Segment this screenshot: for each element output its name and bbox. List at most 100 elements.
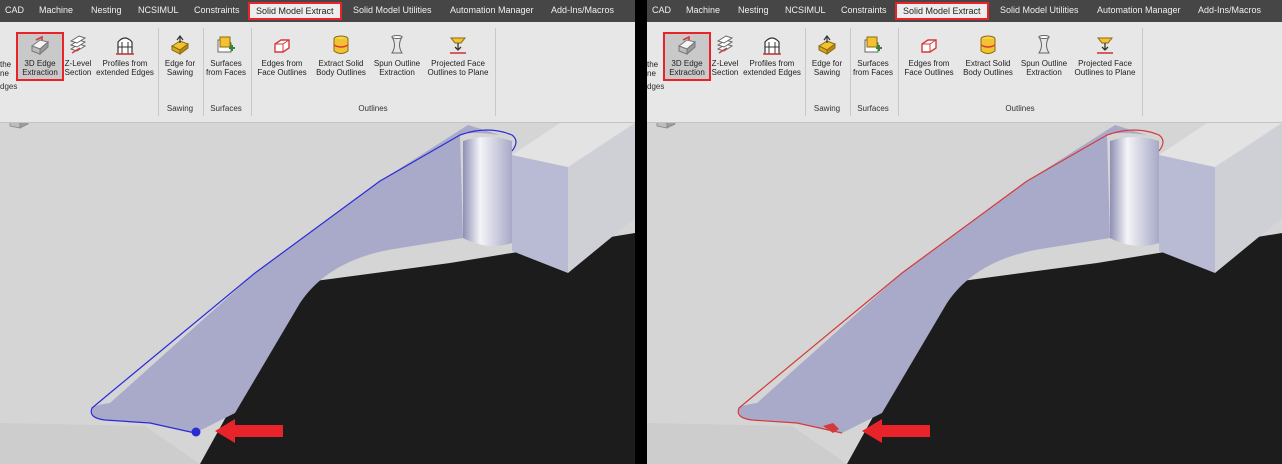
cylinder-pocket	[1110, 137, 1159, 247]
group-separator	[495, 28, 496, 116]
3d-edge-extraction-button[interactable]: 3D Edge Extraction	[663, 32, 711, 81]
edge-point-marker[interactable]	[191, 427, 201, 437]
group-label-sawing: Sawing	[166, 104, 194, 113]
projected-face-icon	[449, 37, 467, 54]
tab-machine[interactable]: Machine	[36, 4, 76, 17]
group-label-edges: dges	[647, 82, 665, 91]
left-panel: CAD Machine Nesting NCSIMUL Constraints …	[0, 0, 635, 464]
spun-outline-extraction-button[interactable]: Spun Outline Extraction	[370, 34, 424, 77]
group-separator	[805, 28, 806, 116]
pick-marker[interactable]	[191, 427, 201, 437]
tab-cad[interactable]: CAD	[2, 4, 27, 17]
edge-sawing-icon	[817, 35, 837, 55]
edges-from-face-outlines-line2: Face Outlines	[904, 68, 954, 77]
tab-nesting[interactable]: Nesting	[88, 4, 125, 17]
edges-from-face-outlines-button[interactable]: Edges from Face Outlines	[901, 34, 957, 77]
tab-solid-model-utilities[interactable]: Solid Model Utilities	[350, 4, 435, 17]
group-separator	[1142, 28, 1143, 116]
edge-for-sawing-line1: Edge for	[811, 59, 843, 68]
ribbon-tab-bar: CAD Machine Nesting NCSIMUL Constraints …	[647, 0, 1282, 22]
3d-model-scene	[647, 123, 1282, 464]
tab-automation-manager[interactable]: Automation Manager	[447, 4, 537, 17]
cut-off-tool: the ne	[647, 60, 658, 78]
tab-solid-model-extract[interactable]: Solid Model Extract	[248, 2, 342, 20]
3d-viewport[interactable]	[647, 123, 1282, 464]
spun-outline-extraction-line2: Extraction	[379, 68, 415, 77]
3d-edge-extraction-button[interactable]: 3D Edge Extraction	[16, 32, 64, 81]
group-separator	[158, 28, 159, 116]
surfaces-from-faces-line2: from Faces	[205, 68, 246, 77]
edge-sawing-icon	[170, 35, 190, 55]
3d-edge-extraction-line2: Extraction	[22, 68, 58, 77]
extract-solid-body-outlines-button[interactable]: Extract Solid Body Outlines	[959, 34, 1017, 77]
tab-add-ins-macros[interactable]: Add-Ins/Macros	[548, 4, 617, 17]
spun-outline-extraction-line1: Spun Outline	[373, 59, 421, 68]
tab-automation-manager[interactable]: Automation Manager	[1094, 4, 1184, 17]
tab-ncsimul[interactable]: NCSIMUL	[135, 4, 182, 17]
group-label-outlines: Outlines	[358, 104, 388, 113]
cut-off-tool-line1: the	[647, 60, 659, 69]
surfaces-from-faces-button[interactable]: Surfaces from Faces	[852, 34, 894, 77]
ribbon: the ne dges 3D Edge Extraction Z-Level S…	[647, 22, 1282, 123]
surfaces-icon	[864, 36, 882, 53]
group-separator	[251, 28, 252, 116]
edges-from-face-outlines-line2: Face Outlines	[257, 68, 307, 77]
extract-solid-body-outlines-line1: Extract Solid	[965, 59, 1011, 68]
tab-machine[interactable]: Machine	[683, 4, 723, 17]
profiles-extended-edges-button[interactable]: Profiles from extended Edges	[94, 34, 156, 77]
edge-for-sawing-line2: Sawing	[813, 68, 841, 77]
tab-constraints[interactable]: Constraints	[191, 4, 243, 17]
projected-face-outlines-button[interactable]: Projected Face Outlines to Plane	[1071, 34, 1139, 77]
profiles-extended-edges-button[interactable]: Profiles from extended Edges	[741, 34, 803, 77]
tab-ncsimul[interactable]: NCSIMUL	[782, 4, 829, 17]
spun-outline-extraction-button[interactable]: Spun Outline Extraction	[1017, 34, 1071, 77]
spun-outline-extraction-line1: Spun Outline	[1020, 59, 1068, 68]
ribbon: the ne dges 3D Edge Extraction Z-Level S…	[0, 22, 635, 123]
z-level-section-button[interactable]: Z-Level Section	[60, 34, 96, 77]
right-panel: CAD Machine Nesting NCSIMUL Constraints …	[647, 0, 1282, 464]
edge-for-sawing-button[interactable]: Edge for Sawing	[807, 34, 847, 77]
spun-outline-extraction-line2: Extraction	[1026, 68, 1062, 77]
tab-nesting[interactable]: Nesting	[735, 4, 772, 17]
tab-add-ins-macros[interactable]: Add-Ins/Macros	[1195, 4, 1264, 17]
group-label-surfaces: Surfaces	[210, 104, 242, 113]
surfaces-from-faces-button[interactable]: Surfaces from Faces	[205, 34, 247, 77]
projected-face-outlines-line1: Projected Face	[431, 59, 485, 68]
z-level-section-button[interactable]: Z-Level Section	[707, 34, 743, 77]
projected-face-outlines-line2: Outlines to Plane	[427, 68, 489, 77]
group-label-outlines: Outlines	[1005, 104, 1035, 113]
3d-viewport[interactable]	[0, 123, 635, 464]
z-level-section-line1: Z-Level	[64, 59, 92, 68]
spun-outline-icon	[1038, 35, 1050, 54]
extract-solid-body-outlines-line2: Body Outlines	[316, 68, 366, 77]
z-level-icon	[716, 35, 734, 54]
profiles-icon	[763, 37, 781, 55]
edges-face-icon	[274, 39, 290, 53]
edges-face-icon	[921, 39, 937, 53]
surfaces-from-faces-line2: from Faces	[852, 68, 893, 77]
z-level-section-line2: Section	[711, 68, 739, 77]
panel-divider	[635, 0, 647, 464]
edges-from-face-outlines-button[interactable]: Edges from Face Outlines	[254, 34, 310, 77]
group-label-edges: dges	[0, 82, 18, 91]
cut-off-tool-line1: the	[0, 60, 12, 69]
spun-outline-icon	[391, 35, 403, 54]
profiles-extended-edges-line1: Profiles from	[749, 59, 795, 68]
group-label-sawing: Sawing	[813, 104, 841, 113]
edge-for-sawing-button[interactable]: Edge for Sawing	[160, 34, 200, 77]
3d-edge-extraction-line2: Extraction	[669, 68, 705, 77]
cut-off-tool: the ne	[0, 60, 11, 78]
extract-solid-body-outlines-line2: Body Outlines	[963, 68, 1013, 77]
tab-constraints[interactable]: Constraints	[838, 4, 890, 17]
group-separator	[850, 28, 851, 116]
extract-solid-body-outlines-button[interactable]: Extract Solid Body Outlines	[312, 34, 370, 77]
cut-off-tool-line2: ne	[647, 69, 656, 78]
profiles-icon	[116, 37, 134, 55]
tab-solid-model-extract[interactable]: Solid Model Extract	[895, 2, 989, 20]
edges-from-face-outlines-line1: Edges from	[908, 59, 950, 68]
projected-face-outlines-button[interactable]: Projected Face Outlines to Plane	[424, 34, 492, 77]
tab-solid-model-utilities[interactable]: Solid Model Utilities	[997, 4, 1082, 17]
profiles-extended-edges-line2: extended Edges	[96, 68, 154, 77]
tab-cad[interactable]: CAD	[649, 4, 674, 17]
projected-face-outlines-line1: Projected Face	[1078, 59, 1132, 68]
